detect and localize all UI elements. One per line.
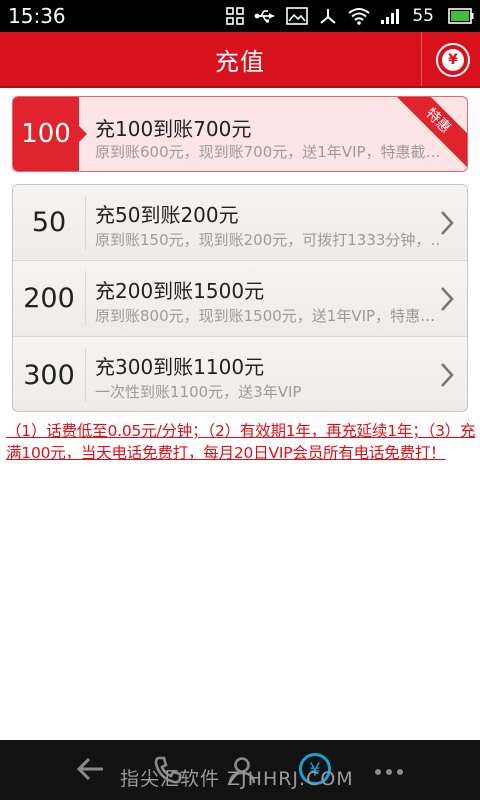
signal-icon	[380, 7, 402, 25]
package-row-200[interactable]: 200 充200到账1500元 原到账800元，现到账1500元，送1年VIP，…	[13, 261, 467, 337]
package-amount: 300	[23, 359, 75, 391]
wifi-icon	[348, 7, 370, 25]
featured-amount: 100	[13, 97, 79, 171]
row-divider	[85, 347, 86, 402]
package-title: 充300到账1100元	[95, 355, 265, 379]
package-subtitle: 一次性到账1100元，送3年VIP	[95, 383, 302, 401]
yuan-button[interactable]: ¥	[436, 43, 470, 77]
battery-icon	[448, 8, 474, 24]
image-icon	[286, 7, 309, 25]
chevron-right-icon	[439, 209, 455, 241]
chevron-right-icon	[439, 285, 455, 317]
package-title: 充200到账1500元	[95, 279, 265, 303]
status-bar: 15:36 55	[0, 0, 480, 32]
package-amount: 200	[23, 283, 75, 314]
package-subtitle: 原到账150元，现到账200元，可拨打1333分钟，…	[95, 231, 441, 249]
package-row-50[interactable]: 50 充50到账200元 原到账150元，现到账200元，可拨打1333分钟，…	[13, 185, 467, 261]
featured-notch	[79, 126, 87, 142]
status-icons: 55	[226, 6, 474, 26]
recharge-notes: （1）话费低至0.05元/分钟；（2）有效期1年，再充延续1年；（3）充满100…	[6, 422, 476, 462]
battery-level: 55	[412, 6, 434, 26]
featured-subtitle: 原到账600元，现到账700元，送1年VIP，特惠截…	[95, 143, 441, 161]
package-list: 50 充50到账200元 原到账150元，现到账200元，可拨打1333分钟，……	[12, 184, 468, 412]
row-divider	[85, 271, 86, 326]
row-divider	[85, 195, 86, 250]
header-divider	[421, 32, 422, 86]
app-header: 充值 ¥	[0, 32, 480, 88]
back-icon[interactable]	[76, 754, 106, 788]
screenshot-icon	[226, 7, 245, 25]
status-time: 15:36	[8, 4, 66, 28]
chevron-right-icon	[439, 361, 455, 393]
featured-package[interactable]: 100 充100到账700元 原到账600元，现到账700元，送1年VIP，特惠…	[12, 96, 468, 172]
more-icon[interactable]	[374, 762, 404, 781]
package-subtitle: 原到账800元，现到账1500元，送1年VIP，特惠…	[95, 307, 436, 325]
featured-title: 充100到账700元	[95, 117, 252, 141]
watermark-text: 指尖汇软件 ZJHHRJ.COM	[120, 768, 354, 790]
page-title: 充值	[215, 47, 265, 76]
yuan-icon: ¥	[442, 49, 464, 71]
usb-icon	[254, 8, 276, 24]
package-amount: 50	[31, 207, 67, 238]
package-title: 充50到账200元	[95, 203, 239, 227]
package-row-300[interactable]: 300 充300到账1100元 一次性到账1100元，送3年VIP	[13, 337, 467, 411]
network-icon	[318, 7, 338, 25]
